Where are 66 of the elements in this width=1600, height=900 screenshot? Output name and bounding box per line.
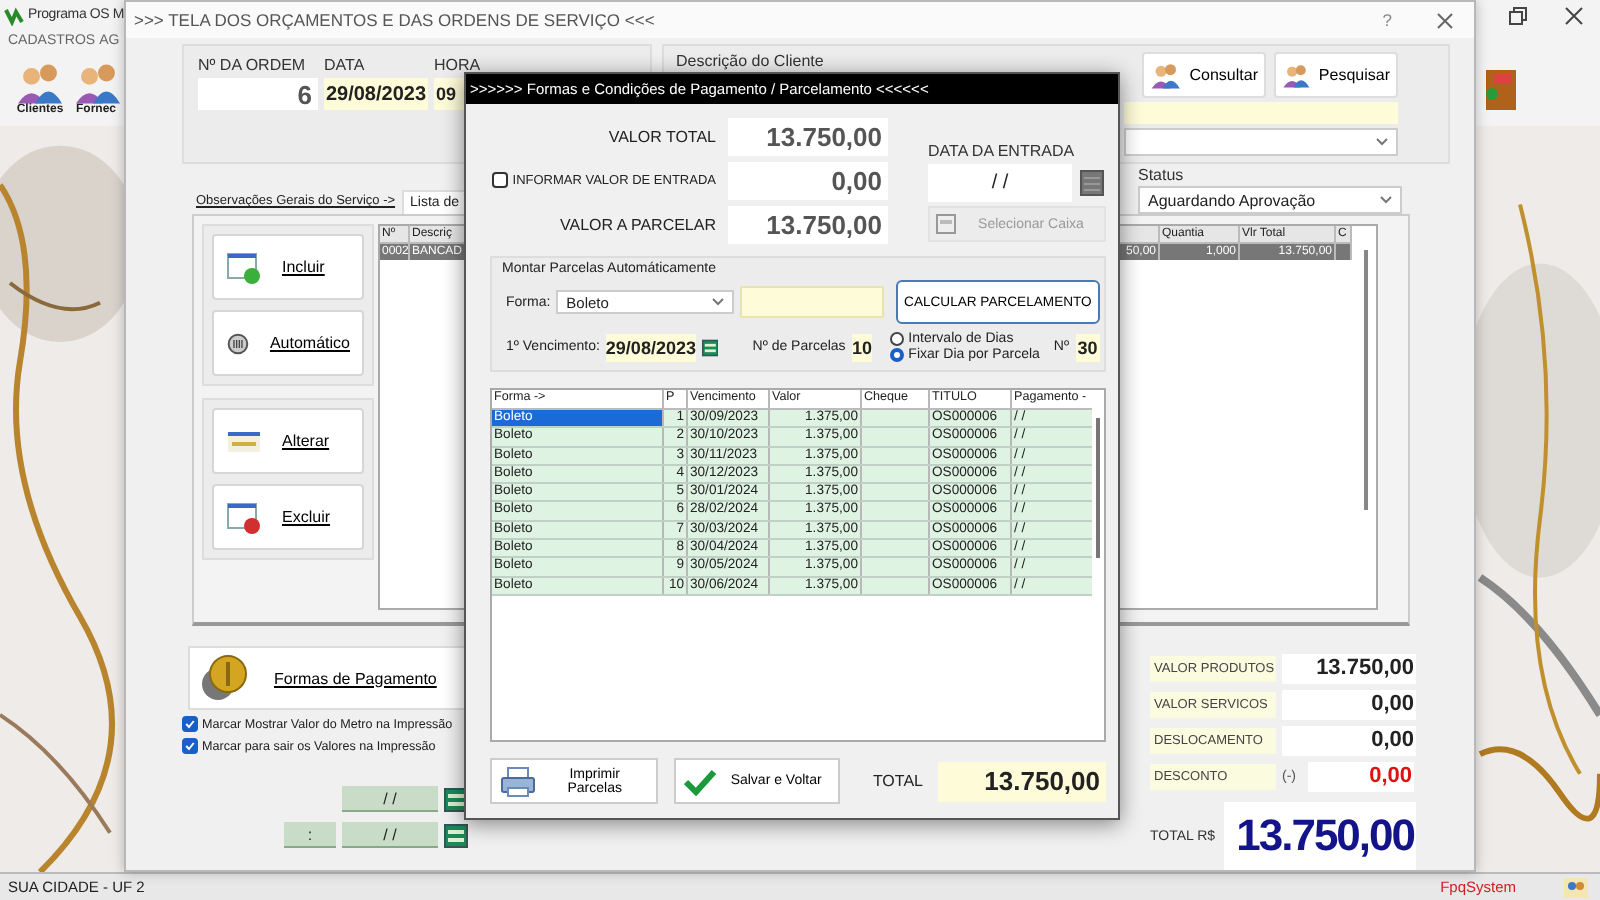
count-field[interactable]: 10 [851,333,873,361]
window-title: >>> TELA DOS ORÇAMENTOS E DAS ORDENS DE SERVIÇO <<< [134,10,655,30]
client-field[interactable] [1124,102,1398,124]
field-label: Nº DA ORDEM [198,56,308,74]
field-label: DATA [324,56,367,74]
close-icon[interactable] [1564,5,1584,25]
grand-total: 13.750,00 [1223,802,1416,870]
people-icon [76,64,120,104]
people-icon [18,64,62,104]
field-label: Status [1138,166,1186,184]
search-button[interactable]: Pesquisar [1274,52,1398,98]
chevron-down-icon [1376,138,1388,146]
status-dropdown[interactable]: Aguardando Aprovação [1138,186,1402,214]
coin-icon [198,652,250,704]
chevron-down-icon [712,298,725,306]
date-field[interactable]: 29/08/2023 [324,78,428,110]
close-icon[interactable] [1436,11,1454,29]
order-number-field[interactable]: 6 [198,78,318,110]
checkbox-box[interactable] [182,716,198,732]
date-field[interactable]: : [284,822,336,848]
amount-field[interactable]: 0,00 [1282,726,1416,756]
printer-icon [500,765,536,797]
restore-icon[interactable] [1508,5,1528,25]
action-button[interactable]: Excluir [212,484,364,550]
people-icon [1282,59,1311,91]
app-icon [4,5,24,25]
amount-field[interactable]: 0,00 [728,161,888,199]
scrollbar[interactable] [1364,250,1368,510]
action-button[interactable]: Alterar [212,408,364,474]
total-field: 13.750,00 [938,761,1106,801]
field-label: HORA [434,56,483,74]
people-icon [1150,59,1182,91]
search-button[interactable]: Consultar [1142,52,1266,98]
window-delete-icon [226,501,262,533]
calendar-icon[interactable] [444,787,468,811]
field-label: VALOR A PARCELAR [558,215,716,233]
checkbox-box[interactable] [182,738,198,754]
radio-button[interactable] [890,332,905,346]
date-field[interactable]: 29/08/2023 [605,333,696,361]
window-add-icon [226,251,262,283]
calendar-icon[interactable] [701,335,719,359]
discount-field[interactable]: 0,00 [1308,762,1414,792]
amount-field[interactable]: 0,00 [1282,690,1416,720]
day-field[interactable]: 30 [1075,333,1100,361]
calendar-icon[interactable] [444,823,468,847]
date-field[interactable]: / / [928,164,1072,202]
checkbox-box[interactable] [492,172,509,188]
total-label: TOTAL [872,772,923,790]
people-icon [1564,877,1588,897]
radio-button[interactable] [890,348,905,362]
field-label: Descrição do Cliente [676,52,824,70]
text-field[interactable] [740,286,884,318]
amount-field[interactable]: 13.750,00 [728,117,888,155]
amount-field[interactable]: 13.750,00 [1282,654,1416,684]
field-label: VALOR TOTAL [606,127,716,145]
check-icon [683,767,716,795]
date-field[interactable]: / / [342,822,438,848]
date-field[interactable]: / / [342,786,438,812]
scrollbar[interactable] [1096,418,1100,558]
action-button[interactable]: Incluir [212,234,364,300]
field-label: DATA DA ENTRADA [928,142,1077,160]
amount-field[interactable]: 13.750,00 [728,205,888,243]
window-icon [936,214,956,234]
action-button[interactable]: Automático [212,310,364,376]
door-icon[interactable] [1480,68,1520,112]
chevron-down-icon [1380,196,1392,204]
